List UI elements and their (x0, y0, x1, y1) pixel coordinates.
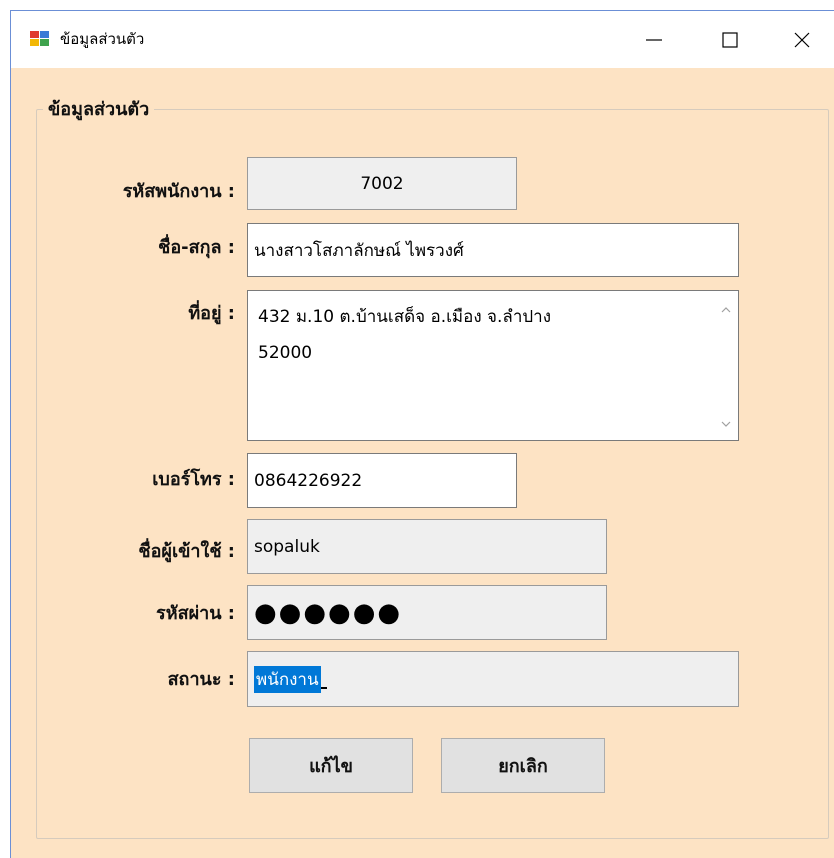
fullname-label: ชื่อ-สกุล : (158, 237, 235, 258)
window-title: ข้อมูลส่วนตัว (60, 30, 145, 48)
employee-id-label: รหัสพนักงาน : (122, 181, 235, 202)
text-caret (320, 687, 327, 689)
address-label: ที่อยู่ : (188, 303, 235, 324)
scroll-down-icon[interactable] (721, 421, 731, 427)
username-field[interactable]: sopaluk (247, 519, 607, 574)
cancel-button[interactable]: ยกเลิก (441, 738, 605, 793)
password-label: รหัสผ่าน : (156, 603, 235, 624)
scroll-up-icon[interactable] (721, 307, 731, 313)
fullname-input[interactable]: นางสาวโสภาลักษณ์ ไพรวงศ์ (247, 223, 739, 277)
address-text: 432 ม.10 ต.บ้านเสด็จ อ.เมือง จ.ลำปาง 520… (258, 307, 552, 363)
status-selected-text: พนักงาน (254, 665, 321, 693)
app-form-icon (30, 30, 50, 48)
username-label: ชื่อผู้เข้าใช้ : (138, 541, 235, 562)
personal-info-window: ข้อมูลส่วนตัว ข้อมูลส่วนตัว รหัสพนักงาน … (10, 10, 834, 858)
close-button[interactable] (773, 11, 831, 68)
minimize-icon (646, 39, 662, 41)
address-scrollbar[interactable] (714, 291, 738, 440)
phone-label: เบอร์โทร : (152, 469, 235, 490)
close-icon (794, 32, 810, 48)
minimize-button[interactable] (625, 11, 683, 68)
title-bar[interactable]: ข้อมูลส่วนตัว (11, 11, 834, 68)
status-label: สถานะ : (167, 669, 235, 690)
edit-button[interactable]: แก้ไข (249, 738, 413, 793)
phone-input[interactable]: 0864226922 (247, 453, 517, 508)
employee-id-field[interactable]: 7002 (247, 157, 517, 210)
groupbox-title: ข้อมูลส่วนตัว (43, 97, 155, 123)
status-field[interactable]: พนักงาน (247, 651, 739, 707)
maximize-button[interactable] (701, 11, 759, 68)
address-textarea[interactable]: 432 ม.10 ต.บ้านเสด็จ อ.เมือง จ.ลำปาง 520… (247, 290, 739, 441)
maximize-icon (722, 32, 738, 48)
password-mask: ●●●●●● (254, 597, 403, 628)
password-field[interactable]: ●●●●●● (247, 585, 607, 640)
